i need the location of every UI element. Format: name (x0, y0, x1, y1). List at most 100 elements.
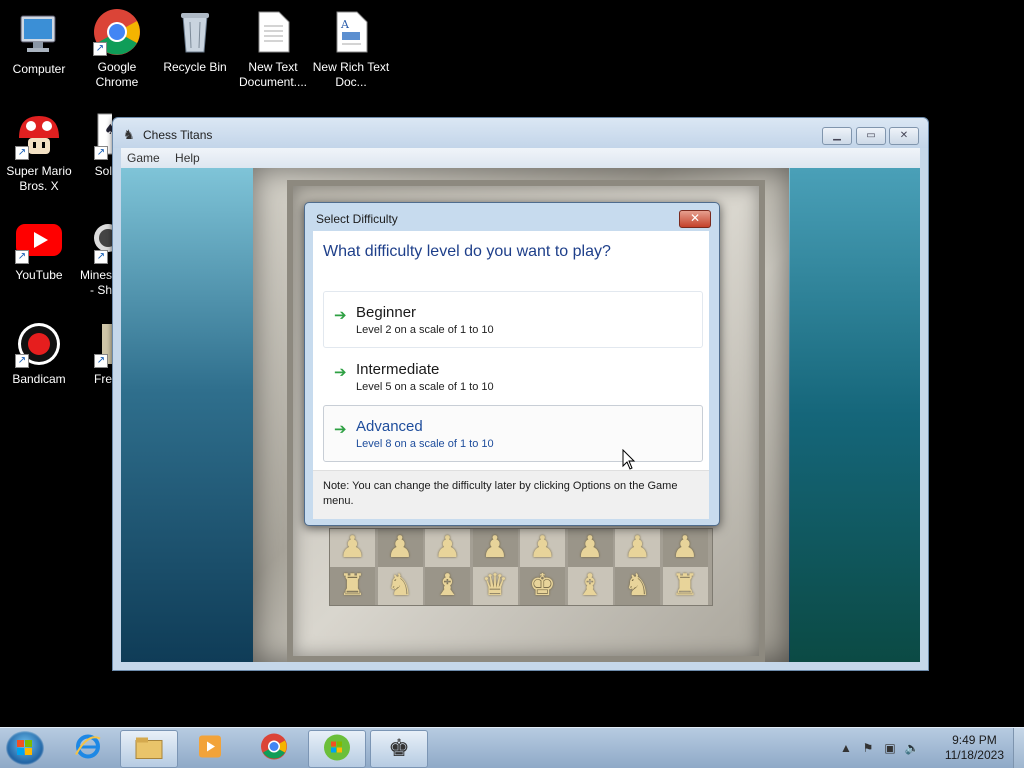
desktop-icon-recycle-bin[interactable]: Recycle Bin (156, 8, 234, 75)
shortcut-arrow-icon: ↗ (94, 354, 108, 368)
taskbar-chess-titans[interactable]: ♚ (370, 730, 428, 768)
option-name: Beginner (356, 304, 417, 321)
green-arrow-icon: ➔ (334, 364, 347, 381)
text-document-icon (249, 8, 297, 56)
dialog-question: What difficulty level do you want to pla… (323, 243, 611, 260)
option-name: Intermediate (356, 361, 440, 378)
shortcut-arrow-icon: ↗ (15, 250, 29, 264)
chess-square[interactable]: ♟ (330, 529, 375, 567)
desktop-icon-computer[interactable]: Computer (0, 10, 78, 77)
shortcut-arrow-icon: ↗ (93, 42, 107, 56)
chess-square[interactable]: ♟ (567, 529, 613, 567)
chess-square[interactable]: ♜ (662, 567, 708, 605)
chess-square[interactable]: ♛ (472, 567, 518, 605)
internet-explorer-icon (74, 733, 102, 764)
chrome-icon: ↗ (93, 8, 141, 56)
volume-muted-icon[interactable]: 🔈 (904, 740, 920, 756)
desktop-icon-label: Google Chrome (95, 60, 139, 89)
clock-date: 11/18/2023 (944, 748, 1004, 762)
rich-text-document-icon: A (327, 8, 375, 56)
chess-square[interactable]: ♚ (520, 567, 565, 605)
minimize-button[interactable]: ▁ (822, 127, 852, 145)
shortcut-arrow-icon: ↗ (15, 146, 29, 160)
taskbar-internet-explorer[interactable] (60, 730, 116, 766)
taskbar-windows-app[interactable] (308, 730, 366, 768)
chess-square[interactable]: ♜ (330, 567, 375, 605)
mine-icon: ↗ (78, 216, 112, 264)
desktop-icon-label: Computer (12, 62, 66, 76)
chess-square[interactable]: ♟ (472, 529, 518, 567)
option-beginner[interactable]: ➔ Beginner Level 2 on a scale of 1 to 10 (323, 291, 703, 348)
chess-knight-icon: ♞ (123, 127, 135, 142)
computer-icon (15, 10, 63, 58)
chess-square[interactable]: ♟ (425, 529, 470, 567)
svg-text:A: A (340, 18, 350, 31)
desktop-icon-super-mario-bros-x[interactable]: ↗ Super Mario Bros. X (0, 112, 78, 194)
desktop-icon-new-text-document[interactable]: New Text Document.... (234, 8, 312, 90)
option-description: Level 2 on a scale of 1 to 10 (356, 324, 494, 336)
option-intermediate[interactable]: ➔ Intermediate Level 5 on a scale of 1 t… (323, 348, 703, 405)
desktop-icon-youtube[interactable]: ↗ YouTube (0, 216, 78, 283)
svg-text:♠: ♠ (104, 122, 112, 138)
show-hidden-icons-icon[interactable]: ▲ (838, 740, 854, 756)
desktop-icon-label: New Rich Text Doc... (312, 60, 390, 89)
chess-square[interactable]: ♝ (567, 567, 613, 605)
chess-square[interactable]: ♝ (425, 567, 470, 605)
chrome-icon (260, 733, 288, 764)
background-right (790, 168, 920, 662)
network-icon[interactable]: ▣ (882, 740, 898, 756)
close-button[interactable]: ✕ (889, 127, 919, 145)
action-center-flag-icon[interactable]: ⚑ (860, 740, 876, 756)
green-arrow-icon: ➔ (334, 421, 347, 438)
option-name: Advanced (356, 418, 423, 435)
dialog-close-button[interactable]: ✕ (679, 210, 711, 228)
option-description: Level 5 on a scale of 1 to 10 (356, 381, 494, 393)
chess-square[interactable]: ♟ (520, 529, 565, 567)
chess-square[interactable]: ♟ (615, 529, 660, 567)
option-description: Level 8 on a scale of 1 to 10 (356, 438, 494, 450)
bandicam-record-icon: ↗ (15, 320, 63, 368)
clock[interactable]: 9:49 PM 11/18/2023 (945, 733, 1004, 763)
chess-square[interactable]: ♟ (377, 529, 423, 567)
chess-square[interactable]: ♞ (377, 567, 423, 605)
desktop-icon-label: Fre (94, 372, 112, 386)
desktop-icon-bandicam[interactable]: ↗ Bandicam (0, 320, 78, 387)
desktop-icon-solitaire[interactable]: ♠ ↗ Sol (78, 112, 112, 179)
option-advanced[interactable]: ➔ Advanced Level 8 on a scale of 1 to 10 (323, 405, 703, 462)
menu-help[interactable]: Help (169, 148, 206, 168)
desktop-icon-label: Sol (94, 164, 112, 178)
chess-square[interactable]: ♞ (615, 567, 660, 605)
clock-time: 9:49 PM (952, 733, 997, 747)
solitaire-icon: ♠ ↗ (78, 112, 112, 160)
desktop-icon-new-rich-text-doc[interactable]: A New Rich Text Doc... (312, 8, 390, 90)
chess-board[interactable]: ♟ ♟ ♟ ♟ ♟ ♟ ♟ ♟ ♜ ♞ ♝ ♛ ♚ ♝ ♞ ♜ (329, 528, 713, 606)
mushroom-icon: ↗ (15, 112, 63, 160)
desktop-icon-fre[interactable]: ↗ Fre (78, 320, 112, 387)
dialog-body: What difficulty level do you want to pla… (313, 231, 709, 519)
start-button[interactable] (6, 731, 44, 765)
desktop-icon-minesweeper[interactable]: ↗ Mines - Sh (78, 216, 112, 298)
menu-game[interactable]: Game (121, 148, 166, 168)
youtube-icon: ↗ (15, 216, 63, 264)
menu-bar: Game Help (121, 148, 920, 168)
taskbar-google-chrome[interactable] (246, 730, 302, 766)
shortcut-arrow-icon: ↗ (94, 250, 108, 264)
desktop-icon-label: Mines - Sh (79, 268, 112, 297)
window-titlebar[interactable]: ♞ Chess Titans ▁ ▭ ✕ (113, 118, 928, 148)
green-arrow-icon: ➔ (334, 307, 347, 324)
desktop-icon-google-chrome[interactable]: ↗ Google Chrome (78, 8, 156, 90)
app-icon: ↗ (78, 320, 112, 368)
desktop-icon-label: Bandicam (12, 372, 66, 386)
taskbar-media-player[interactable] (182, 730, 238, 766)
taskbar: ♚ ▲ ⚑ ▣ 🔈 9:49 PM 11/18/2023 (0, 727, 1024, 768)
dialog-title: Select Difficulty (316, 212, 398, 226)
desktop-icon-label: YouTube (15, 268, 63, 282)
chess-square[interactable]: ♟ (662, 529, 708, 567)
maximize-button[interactable]: ▭ (856, 127, 886, 145)
windows-logo-icon (323, 734, 351, 765)
taskbar-file-explorer[interactable] (120, 730, 178, 768)
show-desktop-button[interactable] (1013, 728, 1024, 768)
window-title: Chess Titans (143, 128, 213, 142)
footnote-text: Note: You can change the difficulty late… (323, 480, 678, 507)
desktop-icon-label: New Text Document.... (238, 60, 308, 89)
